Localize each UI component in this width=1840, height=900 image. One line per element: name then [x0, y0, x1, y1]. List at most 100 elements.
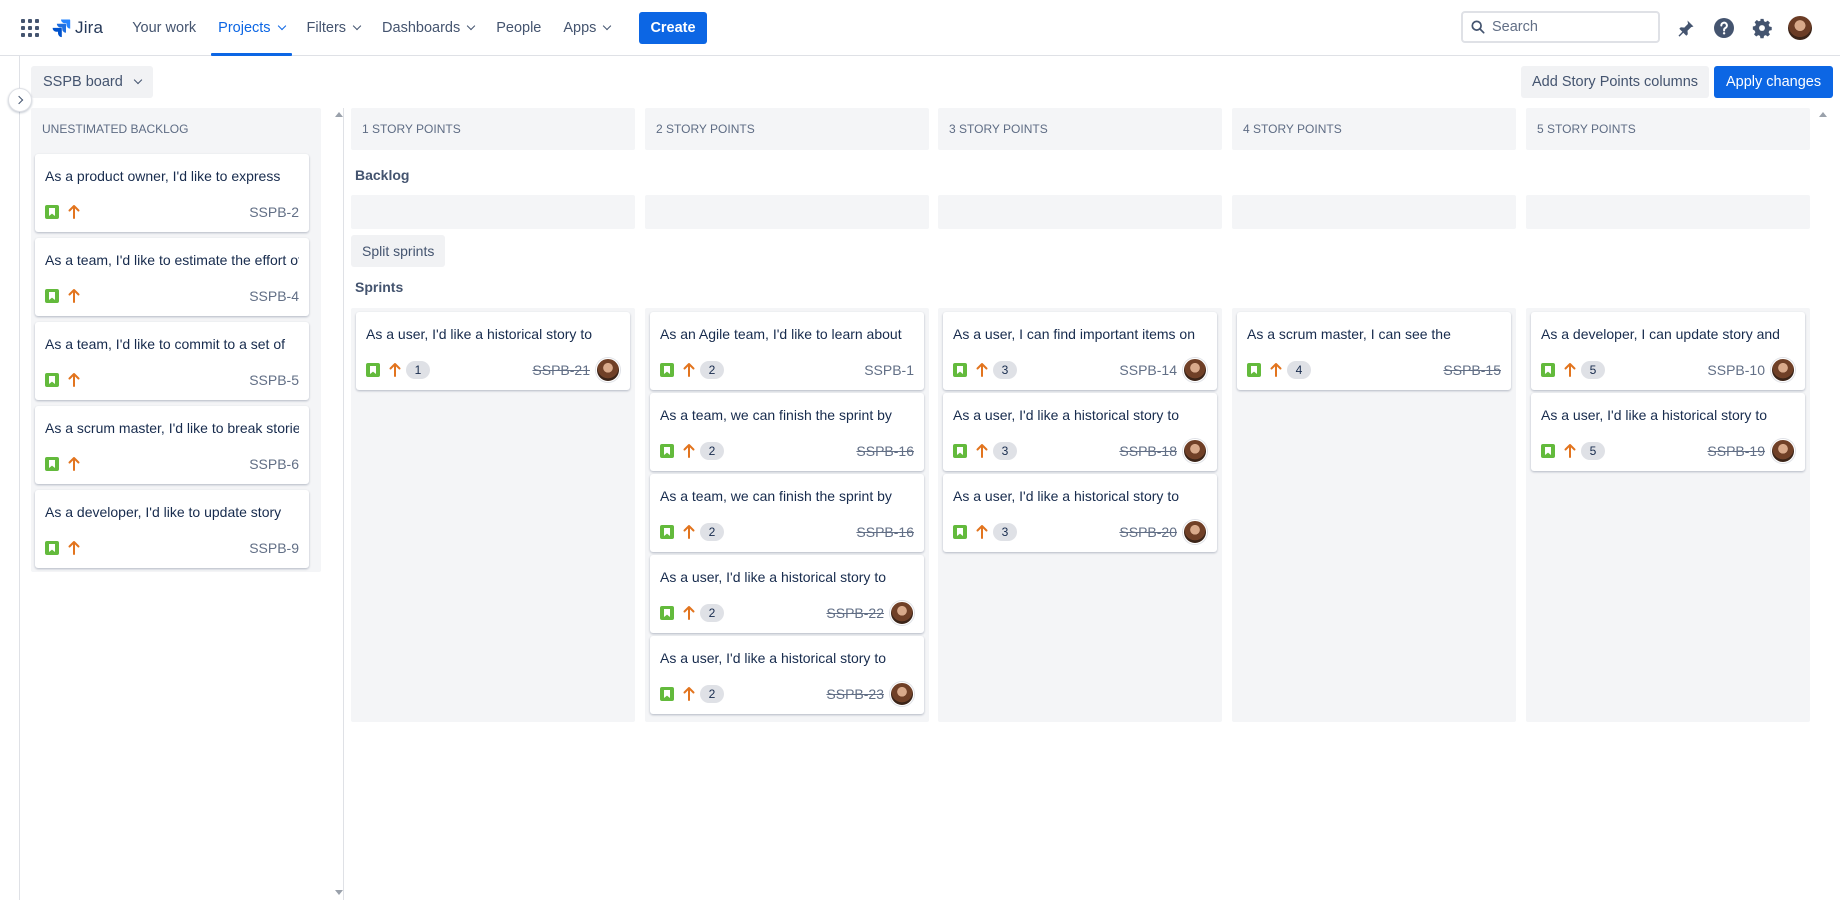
card-summary: As a user, I'd like a historical story t… — [660, 569, 886, 585]
assignee-avatar[interactable] — [1771, 439, 1795, 463]
story-card[interactable]: As a scrum master, I can see the 4 SSPB-15 — [1237, 312, 1511, 390]
story-type-icon — [953, 444, 967, 458]
issue-key[interactable]: SSPB-4 — [249, 288, 299, 304]
add-story-points-columns-button[interactable]: Add Story Points columns — [1521, 66, 1710, 98]
board-selector[interactable]: SSPB board — [31, 66, 153, 98]
assignee-avatar[interactable] — [890, 682, 914, 706]
card-summary: As a team, we can finish the sprint by — [660, 488, 892, 504]
search-box[interactable] — [1461, 11, 1660, 43]
backlog-drop-zone[interactable] — [351, 195, 635, 229]
chevron-down-icon — [603, 21, 612, 30]
issue-key[interactable]: SSPB-15 — [1443, 362, 1501, 378]
story-points-badge: 2 — [700, 442, 724, 460]
nav-your-work[interactable]: Your work — [121, 0, 207, 56]
card-summary: As a team, I'd like to estimate the effo… — [45, 252, 299, 268]
story-card[interactable]: As a product owner, I'd like to express S… — [35, 154, 309, 232]
jira-logo[interactable]: Jira — [51, 18, 103, 38]
app-switcher-icon[interactable] — [21, 18, 39, 37]
story-type-icon — [45, 457, 59, 471]
story-card[interactable]: As a team, we can finish the sprint by 2 S… — [650, 474, 924, 552]
issue-key[interactable]: SSPB-16 — [856, 443, 914, 459]
nav-dashboards[interactable]: Dashboards — [371, 0, 485, 56]
sprints-section-label: Sprints — [355, 279, 404, 295]
issue-key[interactable]: SSPB-2 — [249, 204, 299, 220]
card-meta: SSPB-2 — [45, 202, 299, 222]
assignee-avatar[interactable] — [890, 601, 914, 625]
card-summary: As a scrum master, I'd like to break sto… — [45, 420, 299, 436]
issue-key[interactable]: SSPB-9 — [249, 540, 299, 556]
issue-key[interactable]: SSPB-22 — [826, 605, 884, 621]
backlog-drop-zone[interactable] — [1526, 195, 1810, 229]
assignee-avatar[interactable] — [1771, 358, 1795, 382]
story-type-icon — [45, 373, 59, 387]
assignee-avatar[interactable] — [596, 358, 620, 382]
priority-high-icon — [1563, 362, 1577, 378]
nav-projects[interactable]: Projects — [207, 0, 295, 56]
priority-high-icon — [682, 686, 696, 702]
story-type-icon — [45, 541, 59, 555]
issue-key[interactable]: SSPB-16 — [856, 524, 914, 540]
story-card[interactable]: As a user, I'd like a historical story t… — [943, 474, 1217, 552]
story-type-icon — [1247, 363, 1261, 377]
story-card[interactable]: As a user, I'd like a historical story t… — [650, 555, 924, 633]
story-card[interactable]: As a user, I'd like a historical story t… — [943, 393, 1217, 471]
story-type-icon — [1541, 444, 1555, 458]
assignee-avatar[interactable] — [1183, 358, 1207, 382]
card-summary: As a product owner, I'd like to express — [45, 168, 281, 184]
story-card[interactable]: As a developer, I can update story and 5 S… — [1531, 312, 1805, 390]
create-button[interactable]: Create — [639, 11, 707, 44]
story-card[interactable]: As a user, I'd like a historical story t… — [1531, 393, 1805, 471]
issue-key[interactable]: SSPB-18 — [1119, 443, 1177, 459]
profile-avatar[interactable] — [1784, 12, 1816, 44]
nav-people[interactable]: People — [485, 0, 552, 56]
story-card[interactable]: As a team, we can finish the sprint by 2 S… — [650, 393, 924, 471]
split-sprints-button[interactable]: Split sprints — [351, 235, 446, 267]
settings-icon[interactable] — [1746, 12, 1778, 44]
notifications-icon[interactable] — [1670, 12, 1702, 44]
card-meta: 2 SSPB-22 — [660, 601, 914, 625]
card-meta: 3 SSPB-18 — [953, 439, 1207, 463]
card-summary: As a developer, I can update story and — [1541, 326, 1780, 342]
apply-changes-button[interactable]: Apply changes — [1714, 66, 1834, 98]
nav-filters[interactable]: Filters — [296, 0, 371, 56]
issue-key[interactable]: SSPB-21 — [532, 362, 590, 378]
priority-high-icon — [1563, 443, 1577, 459]
search-input[interactable] — [1492, 19, 1652, 35]
issue-key[interactable]: SSPB-14 — [1119, 362, 1177, 378]
story-card[interactable]: As a user, I can find important items on… — [943, 312, 1217, 390]
story-type-icon — [660, 525, 674, 539]
issue-key[interactable]: SSPB-20 — [1119, 524, 1177, 540]
card-meta: 2 SSPB-23 — [660, 682, 914, 706]
story-card[interactable]: As a team, I'd like to estimate the effo… — [35, 238, 309, 316]
issue-key[interactable]: SSPB-19 — [1707, 443, 1765, 459]
issue-key[interactable]: SSPB-23 — [826, 686, 884, 702]
backlog-drop-zone[interactable] — [1232, 195, 1516, 229]
nav-apps[interactable]: Apps — [552, 0, 621, 56]
issue-key[interactable]: SSPB-1 — [864, 362, 914, 378]
issue-key[interactable]: SSPB-6 — [249, 456, 299, 472]
story-card[interactable]: As a team, I'd like to commit to a set o… — [35, 322, 309, 400]
story-points-badge: 4 — [1287, 361, 1311, 379]
story-type-icon — [660, 444, 674, 458]
card-summary: As a user, I'd like a historical story t… — [660, 650, 886, 666]
story-card[interactable]: As a developer, I'd like to update story… — [35, 490, 309, 568]
board-scrollbar[interactable] — [1817, 112, 1827, 895]
story-card[interactable]: As a user, I'd like a historical story t… — [650, 636, 924, 714]
nav-label: People — [496, 19, 542, 36]
story-card[interactable]: As an Agile team, I'd like to learn abou… — [650, 312, 924, 390]
priority-high-icon — [682, 524, 696, 540]
backlog-scrollbar[interactable] — [333, 112, 343, 895]
header-actions — [1670, 0, 1816, 56]
story-card[interactable]: As a user, I'd like a historical story t… — [356, 312, 630, 390]
issue-key[interactable]: SSPB-5 — [249, 372, 299, 388]
backlog-drop-zone[interactable] — [938, 195, 1222, 229]
nav-label: Projects — [218, 19, 271, 36]
story-card[interactable]: As a scrum master, I'd like to break sto… — [35, 406, 309, 484]
help-icon[interactable] — [1708, 12, 1740, 44]
backlog-drop-zone[interactable] — [645, 195, 929, 229]
issue-key[interactable]: SSPB-10 — [1707, 362, 1765, 378]
assignee-avatar[interactable] — [1183, 439, 1207, 463]
assignee-avatar[interactable] — [1183, 520, 1207, 544]
expand-sidebar-button[interactable] — [8, 88, 32, 112]
card-summary: As a team, I'd like to commit to a set o… — [45, 336, 285, 352]
